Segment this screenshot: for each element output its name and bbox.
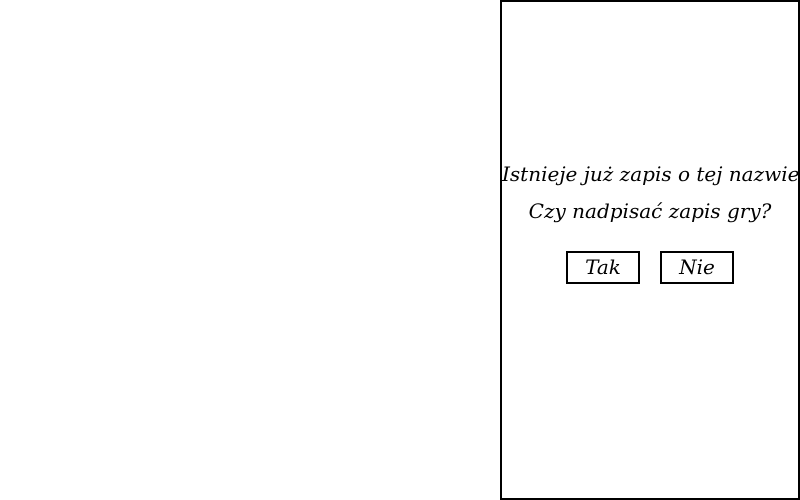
yes-button[interactable]: Tak — [566, 251, 640, 284]
game-screen: Istnieje już zapis o tej nazwie. Czy nad… — [0, 0, 800, 500]
dialog-message-line-1: Istnieje już zapis o tej nazwie. — [502, 162, 800, 186]
no-button[interactable]: Nie — [660, 251, 734, 284]
overwrite-save-dialog: Istnieje już zapis o tej nazwie. Czy nad… — [500, 0, 800, 500]
dialog-message-line-2: Czy nadpisać zapis gry? — [528, 199, 772, 223]
